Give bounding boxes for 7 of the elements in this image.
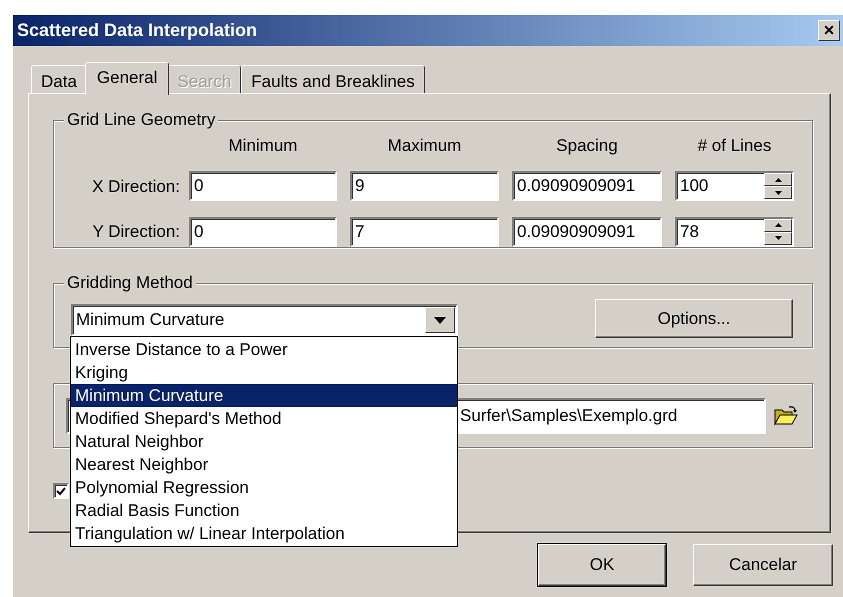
window-title: Scattered Data Interpolation — [17, 19, 258, 42]
column-header: # of Lines — [696, 136, 772, 156]
column-header: Minimum — [228, 136, 298, 156]
row-label: X Direction: — [91, 176, 181, 198]
column-header: Spacing — [555, 136, 619, 156]
row-label: Y Direction: — [91, 221, 181, 244]
column-header: Maximum — [386, 136, 462, 156]
